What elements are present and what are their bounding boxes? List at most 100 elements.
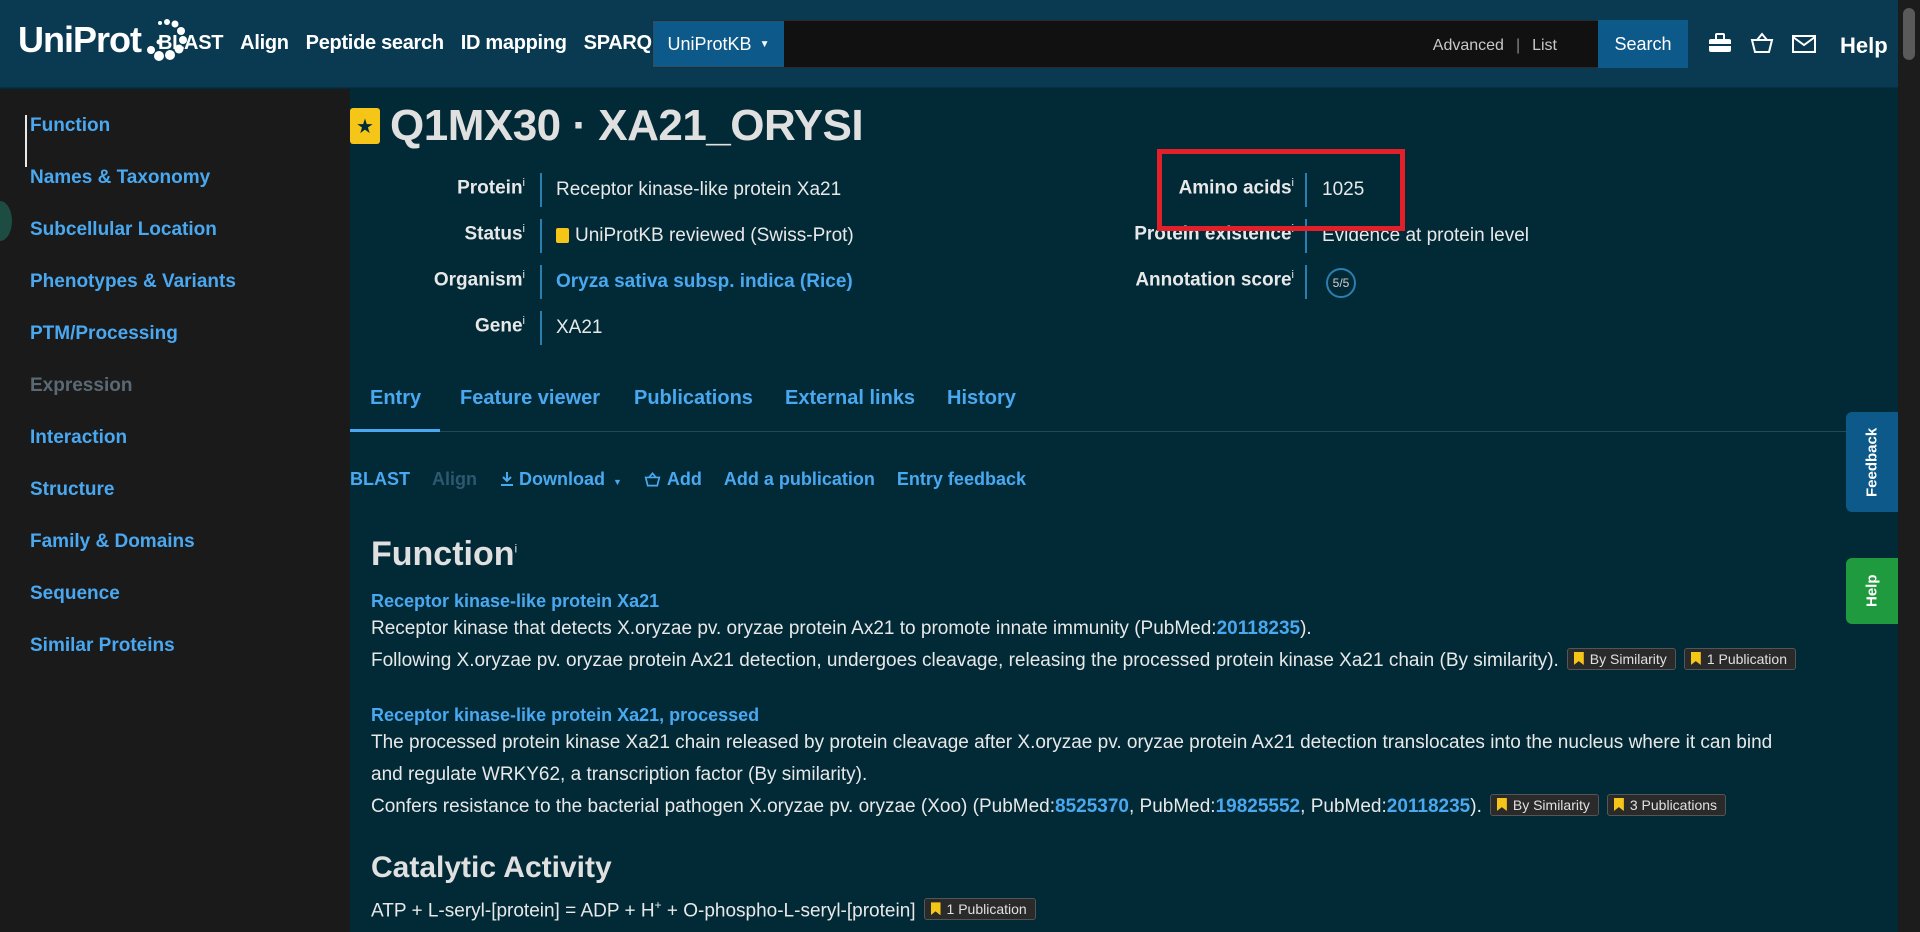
search-button[interactable]: Search	[1598, 20, 1688, 68]
scrollbar-thumb[interactable]	[1903, 8, 1915, 60]
evidence-badge[interactable]: By Similarity	[1489, 793, 1599, 816]
function-paragraph-4: Confers resistance to the bacterial path…	[371, 791, 1727, 823]
annotation-score-value: 5/5	[1326, 268, 1356, 298]
entry-tabs: Entry Feature viewer Publications Extern…	[350, 387, 1850, 432]
list-link[interactable]: List	[1532, 37, 1557, 54]
divider	[1305, 265, 1307, 299]
status-value: UniProtKB reviewed (Swiss-Prot)	[556, 225, 854, 247]
search-options: Advanced | List	[1433, 37, 1557, 55]
header-icons: Help	[1708, 32, 1888, 60]
page-scrollbar[interactable]	[1898, 0, 1920, 932]
basket-icon[interactable]	[1750, 32, 1774, 60]
database-select-label: UniProtKB	[667, 33, 752, 54]
divider	[540, 311, 542, 345]
nav-align[interactable]: Align	[240, 32, 289, 55]
top-header: UniProt BLAST Align Peptide search ID ma…	[0, 0, 1898, 88]
feedback-tab[interactable]: Feedback	[1846, 412, 1898, 512]
sidebar-item-sequence[interactable]: Sequence	[0, 583, 350, 635]
function-sub-link-1[interactable]: Receptor kinase-like protein Xa21	[371, 591, 659, 612]
tools-icon[interactable]	[1708, 33, 1732, 59]
entry-title: Q1MX30 · XA21_ORYSI	[390, 101, 864, 150]
tab-history[interactable]: History	[947, 387, 1016, 432]
function-paragraph-2: Following X.oryzae pv. oryzae protein Ax…	[371, 645, 1796, 677]
bookmark-icon	[1613, 798, 1624, 811]
organism-label: Organismi	[433, 269, 525, 291]
score-badge: 5/5	[1326, 268, 1356, 298]
entry-toolbar: BLAST Align Download ▼ Add Add a publicat…	[350, 469, 1026, 490]
advanced-link[interactable]: Advanced	[1433, 37, 1504, 54]
evidence-badge[interactable]: By Similarity	[1566, 647, 1676, 670]
help-link[interactable]: Help	[1840, 33, 1888, 59]
sidebar-item-structure[interactable]: Structure	[0, 479, 350, 531]
sidebar-item-family-domains[interactable]: Family & Domains	[0, 531, 350, 583]
divider	[540, 265, 542, 299]
nav-id-mapping[interactable]: ID mapping	[461, 32, 567, 55]
pubmed-link[interactable]: 19825552	[1216, 796, 1301, 817]
bookmark-icon	[1573, 652, 1584, 665]
pubmed-link[interactable]: 20118235	[1387, 796, 1471, 817]
separator: |	[1515, 37, 1521, 54]
search-input[interactable]	[784, 21, 1484, 67]
entry-feedback-button[interactable]: Entry feedback	[897, 469, 1026, 490]
main-nav: BLAST Align Peptide search ID mapping SP…	[158, 32, 681, 55]
reviewed-icon	[556, 228, 569, 243]
entry-title-row: ★ Q1MX30 · XA21_ORYSI	[350, 101, 864, 151]
pubmed-link[interactable]: 20118235	[1217, 618, 1301, 639]
search-bar: UniProtKB ▼ Advanced | List	[652, 20, 1688, 68]
function-heading: Functioni	[371, 535, 518, 573]
evidence-badge[interactable]: 1 Publication	[1683, 647, 1796, 670]
function-sub-link-2[interactable]: Receptor kinase-like protein Xa21, proce…	[371, 705, 759, 726]
reviewed-star-icon: ★	[350, 108, 380, 144]
add-button[interactable]: Add	[644, 469, 702, 490]
download-button[interactable]: Download ▼	[499, 469, 622, 490]
divider	[540, 219, 542, 253]
add-publication-button[interactable]: Add a publication	[724, 469, 875, 490]
sidebar: Function Names & Taxonomy Subcellular Lo…	[0, 89, 350, 932]
tab-feature-viewer[interactable]: Feature viewer	[460, 387, 600, 432]
tab-publications[interactable]: Publications	[634, 387, 753, 432]
align-button: Align	[432, 469, 477, 489]
status-label: Statusi	[464, 223, 525, 245]
divider	[540, 173, 542, 207]
sidebar-item-subcellular-location[interactable]: Subcellular Location	[0, 219, 350, 271]
sidebar-item-function[interactable]: Function	[25, 115, 350, 167]
basket-icon	[644, 472, 661, 487]
highlight-box	[1157, 149, 1405, 231]
gene-value: XA21	[556, 317, 603, 338]
nav-blast[interactable]: BLAST	[158, 32, 223, 55]
sidebar-item-phenotypes-variants[interactable]: Phenotypes & Variants	[0, 271, 350, 323]
evidence-badge[interactable]: 1 Publication	[923, 897, 1036, 920]
nav-peptide-search[interactable]: Peptide search	[306, 32, 444, 55]
catalytic-reaction: ATP + L-seryl-[protein] = ADP + H+ + O-p…	[371, 889, 1036, 927]
gene-label: Genei	[475, 315, 525, 337]
main-content: ★ Q1MX30 · XA21_ORYSI Proteini Receptor …	[350, 89, 1898, 932]
logo-text: UniProt	[18, 19, 142, 60]
annotation-score-label: Annotation scorei	[1135, 269, 1294, 291]
sidebar-item-similar-proteins[interactable]: Similar Proteins	[0, 635, 350, 687]
tab-external-links[interactable]: External links	[785, 387, 915, 432]
evidence-badge[interactable]: 3 Publications	[1606, 793, 1727, 816]
help-tab[interactable]: Help	[1846, 558, 1898, 624]
caret-down-icon: ▼	[759, 38, 770, 50]
function-paragraph-1: Receptor kinase that detects X.oryzae pv…	[371, 618, 1312, 639]
sidebar-item-expression: Expression	[30, 375, 133, 396]
sidebar-item-names-taxonomy[interactable]: Names & Taxonomy	[0, 167, 350, 219]
tab-entry[interactable]: Entry	[350, 387, 440, 432]
pubmed-link[interactable]: 8525370	[1055, 796, 1129, 817]
protein-name: Receptor kinase-like protein Xa21	[556, 179, 842, 200]
download-icon	[501, 472, 513, 486]
blast-button[interactable]: BLAST	[350, 469, 410, 490]
function-paragraph-3b: and regulate WRKY62, a transcription fac…	[371, 764, 868, 785]
organism-link[interactable]: Oryza sativa subsp. indica (Rice)	[556, 271, 853, 293]
sidebar-nav: Function Names & Taxonomy Subcellular Lo…	[0, 89, 350, 687]
caret-down-icon: ▼	[613, 477, 622, 487]
protein-label: Proteini	[457, 177, 525, 199]
catalytic-activity-heading: Catalytic Activity	[371, 851, 612, 884]
bookmark-icon	[1496, 798, 1507, 811]
sidebar-item-interaction[interactable]: Interaction	[0, 427, 350, 479]
sidebar-item-ptm-processing[interactable]: PTM/Processing	[0, 323, 350, 375]
mail-icon[interactable]	[1792, 33, 1816, 59]
bookmark-icon	[930, 902, 941, 916]
database-select[interactable]: UniProtKB ▼	[653, 21, 784, 67]
function-paragraph-3: The processed protein kinase Xa21 chain …	[371, 732, 1773, 753]
